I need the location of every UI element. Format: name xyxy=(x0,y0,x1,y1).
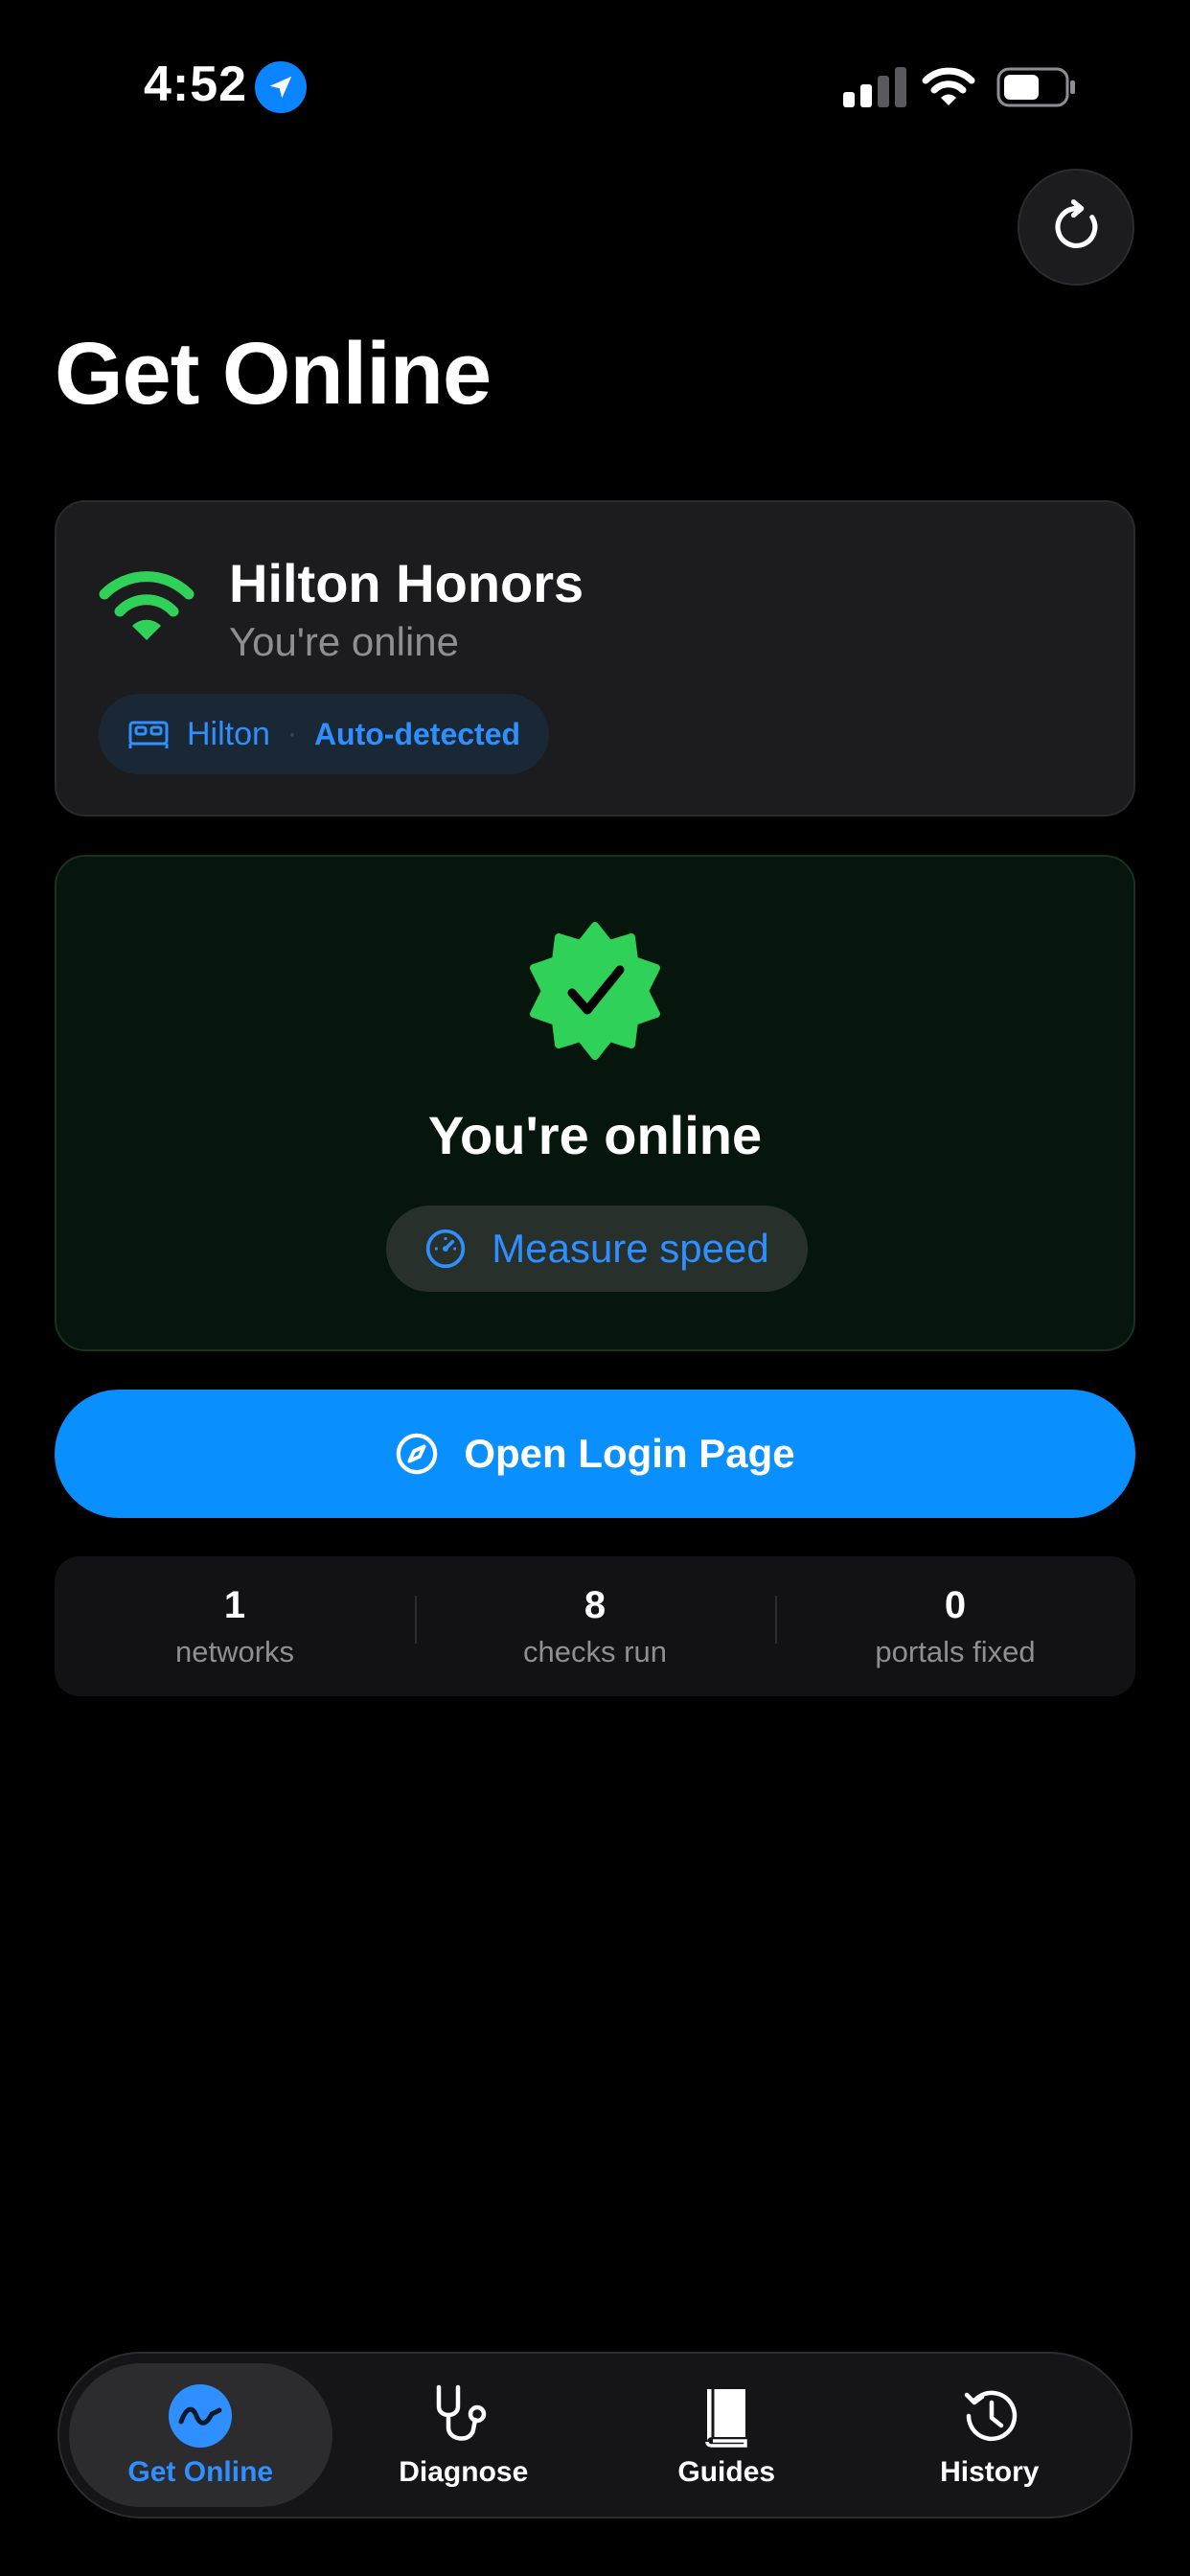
measure-speed-button[interactable]: Measure speed xyxy=(386,1206,808,1292)
location-arrow-icon xyxy=(255,61,307,113)
stethoscope-icon xyxy=(436,2384,486,2441)
wifi-status-icon xyxy=(922,67,975,105)
cellular-signal-icon xyxy=(843,67,906,107)
page-title: Get Online xyxy=(55,325,492,423)
stat-value: 1 xyxy=(223,1583,246,1626)
stat-label: checks run xyxy=(523,1634,667,1668)
network-name: Hilton Honors xyxy=(229,553,584,613)
tab-label: Guides xyxy=(677,2456,776,2488)
tab-bar: Get Online Diagnose Guides History xyxy=(57,2352,1133,2518)
hotel-chip[interactable]: Hilton · Auto-detected xyxy=(99,694,550,774)
status-bar: 4:52 xyxy=(0,0,1190,172)
online-status-card: You're online Measure speed xyxy=(55,855,1135,1351)
stat-portals-fixed: 0 portals fixed xyxy=(775,1584,1135,1669)
open-login-page-label: Open Login Page xyxy=(464,1431,795,1476)
tab-label: Get Online xyxy=(127,2456,274,2488)
wifi-icon xyxy=(99,571,195,640)
detection-label: Auto-detected xyxy=(313,716,521,751)
network-card[interactable]: Hilton Honors You're online Hilton · Aut… xyxy=(55,500,1135,816)
stat-checks-run: 8 checks run xyxy=(415,1584,775,1669)
measure-speed-label: Measure speed xyxy=(492,1226,769,1271)
stat-label: networks xyxy=(174,1634,295,1668)
online-message: You're online xyxy=(427,1105,763,1165)
compass-icon xyxy=(397,1433,438,1475)
stat-value: 8 xyxy=(584,1583,606,1626)
speedometer-icon xyxy=(426,1229,466,1269)
tab-label: Diagnose xyxy=(399,2456,529,2488)
tab-label: History xyxy=(940,2456,1040,2488)
tab-get-online[interactable]: Get Online xyxy=(69,2363,332,2507)
open-login-page-button[interactable]: Open Login Page xyxy=(55,1390,1135,1518)
stat-label: portals fixed xyxy=(875,1634,1036,1668)
stat-value: 0 xyxy=(944,1583,967,1626)
book-icon xyxy=(705,2389,747,2448)
refresh-icon xyxy=(1055,199,1098,248)
tab-guides[interactable]: Guides xyxy=(595,2363,858,2507)
stat-networks: 1 networks xyxy=(55,1584,415,1669)
verified-checkmark-icon xyxy=(530,922,660,1060)
stats-panel: 1 networks 8 checks run 0 portals fixed xyxy=(55,1556,1135,1696)
chip-separator: · xyxy=(286,718,297,749)
refresh-button[interactable] xyxy=(1018,169,1134,286)
status-time: 4:52 xyxy=(144,57,248,112)
tab-diagnose[interactable]: Diagnose xyxy=(332,2363,596,2507)
hotel-brand-label: Hilton xyxy=(187,715,270,752)
wave-icon xyxy=(169,2384,233,2448)
tab-history[interactable]: History xyxy=(858,2363,1122,2507)
network-status: You're online xyxy=(229,619,460,664)
bed-icon xyxy=(128,721,169,748)
screen: 4:52 Get Online Hilton Honors You're onl… xyxy=(0,0,1190,2576)
battery-icon xyxy=(996,67,1075,107)
history-icon xyxy=(964,2390,1017,2442)
